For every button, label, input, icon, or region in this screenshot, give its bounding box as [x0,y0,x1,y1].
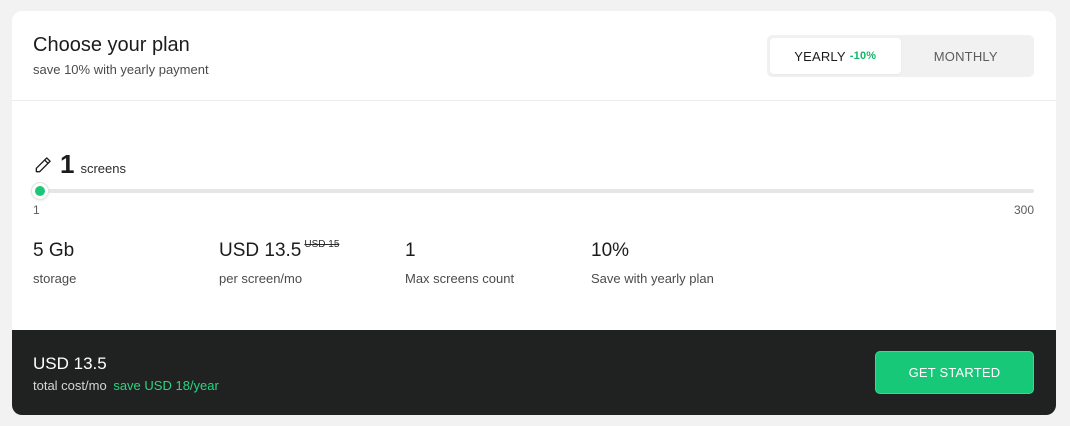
get-started-button[interactable]: GET STARTED [875,351,1034,394]
yearly-label: YEARLY [794,48,846,64]
stat-price-per-screen: USD 13.5 USD 15 per screen/mo [219,239,405,286]
price-per-screen-value: USD 13.5 [219,240,302,261]
stat-storage: 5 Gb storage [33,240,219,286]
price-per-screen-label: per screen/mo [219,271,303,286]
page-subtitle: save 10% with yearly payment [33,62,209,77]
storage-value: 5 Gb [33,240,75,261]
stat-value: 10% [591,240,777,264]
plan-card: Choose your plan save 10% with yearly pa… [12,11,1056,415]
total-price: USD 13.5 [33,354,107,373]
screens-slider[interactable] [32,183,1034,199]
max-screens-label: Max screens count [405,271,515,286]
checkout-footer: USD 13.5 total cost/mo save USD 18/year … [12,330,1056,415]
slider-max-label: 300 [1013,203,1034,217]
stat-max-screens: 1 Max screens count [405,240,591,286]
yearly-discount-badge: -10% [849,50,877,62]
total-savings: save USD 18/year [113,378,219,393]
total-note: total cost/mo save USD 18/year [33,378,219,393]
screens-selector-label: 1 screens [33,149,126,180]
stat-yearly-savings: 10% Save with yearly plan [591,240,777,286]
yearly-savings-label: Save with yearly plan [591,271,714,286]
monthly-option[interactable]: MONTHLY [901,38,1032,74]
storage-label: storage [33,271,77,286]
yearly-option[interactable]: YEARLY -10% [770,38,901,74]
plan-stats: 5 Gb storage USD 13.5 USD 15 per screen/… [33,239,777,286]
stat-value: 1 [405,240,591,264]
slider-track[interactable] [33,189,1034,193]
slider-min-label: 1 [33,203,40,217]
billing-period-toggle: YEARLY -10% MONTHLY [767,35,1034,77]
page-title: Choose your plan [33,34,190,56]
pencil-icon[interactable] [33,155,53,175]
stat-value: USD 13.5 USD 15 [219,239,405,264]
slider-handle[interactable] [32,183,48,199]
max-screens-value: 1 [405,240,416,261]
plan-header: Choose your plan save 10% with yearly pa… [12,11,1056,101]
yearly-savings-value: 10% [591,240,630,261]
monthly-label: MONTHLY [933,48,998,64]
screens-unit: screens [80,161,126,176]
old-price: USD 15 [304,239,340,250]
stat-value: 5 Gb [33,240,219,264]
total-note-label: total cost/mo [33,378,107,393]
screens-count: 1 [60,149,75,179]
